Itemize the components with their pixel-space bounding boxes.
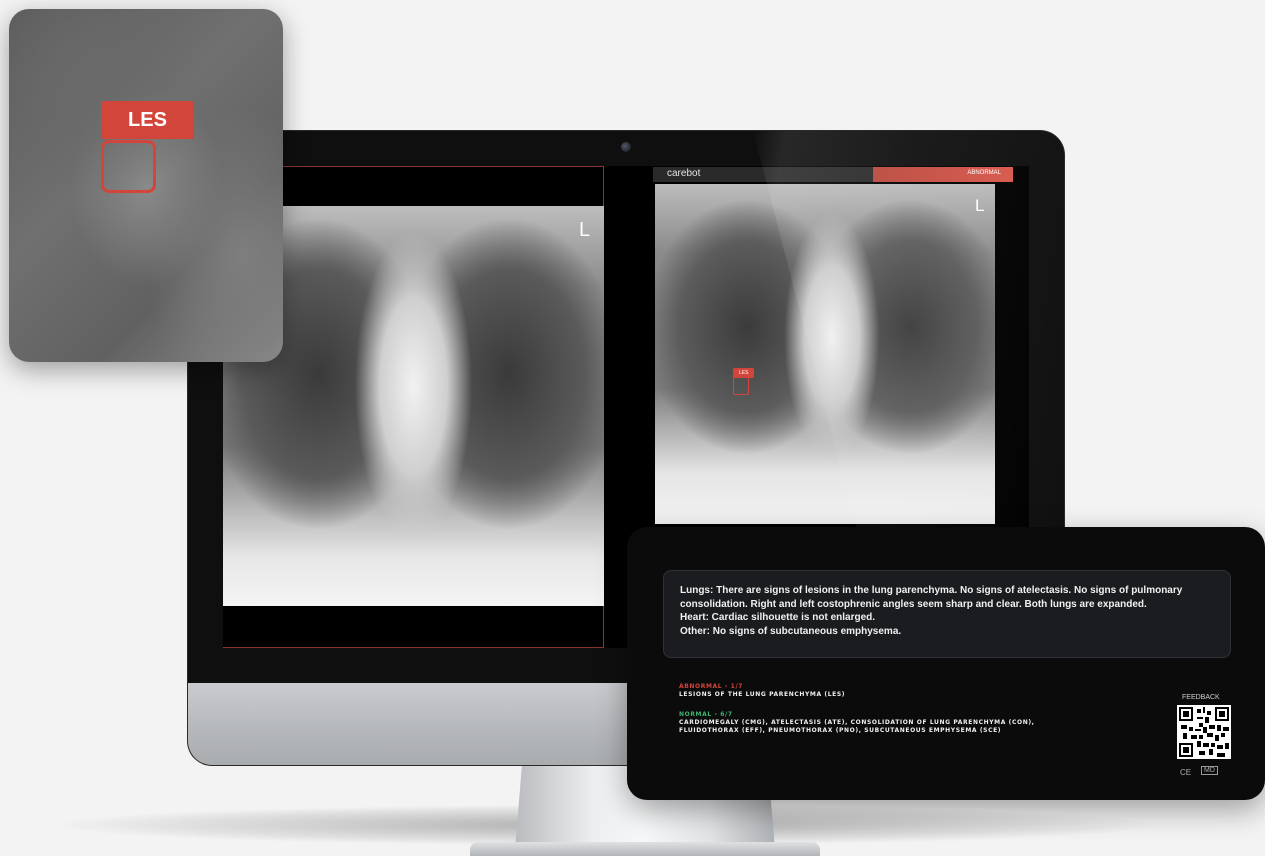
findings-other: Other: No signs of subcutaneous emphysem… bbox=[680, 625, 902, 637]
normal-list-line1: CARDIOMEGALY (CMG), ATELECTASIS (ATE), C… bbox=[679, 719, 1035, 726]
ce-mark-icon: CE bbox=[1180, 768, 1192, 777]
findings-text-box: Lungs: There are signs of lesions in the… bbox=[663, 570, 1231, 658]
zoom-finding-tag: LES bbox=[101, 101, 194, 139]
abnormal-heading: ABNORMAL - 1/7 bbox=[679, 683, 744, 690]
brand-logo: carebot bbox=[667, 168, 701, 179]
viewport-topbar: carebot ABNORMAL bbox=[653, 167, 1013, 182]
feedback-label: FEEDBACK bbox=[1182, 694, 1220, 701]
findings-lungs: Lungs: There are signs of lesions in the… bbox=[680, 585, 1183, 610]
status-label: ABNORMAL bbox=[967, 170, 1001, 176]
qr-code-icon[interactable] bbox=[1177, 705, 1231, 759]
side-marker-left: L bbox=[579, 219, 591, 241]
finding-bounding-box[interactable] bbox=[733, 377, 749, 395]
classification-summary: ABNORMAL - 1/7 LESIONS OF THE LUNG PAREN… bbox=[679, 683, 1149, 735]
zoom-finding-box bbox=[101, 140, 156, 193]
zoom-detail-card: LES bbox=[9, 9, 283, 362]
camera-icon bbox=[621, 142, 631, 152]
report-card: Lungs: There are signs of lesions in the… bbox=[627, 527, 1265, 800]
findings-heart: Heart: Cardiac silhouette is not enlarge… bbox=[680, 612, 876, 623]
status-banner: ABNORMAL bbox=[873, 167, 1013, 182]
monitor-stand-foot bbox=[470, 842, 820, 856]
side-marker-right: L bbox=[975, 196, 985, 215]
normal-list-line2: FLUIDOTHORAX (EFF), PNEUMOTHORAX (PNO), … bbox=[679, 727, 1002, 734]
abnormal-list: LESIONS OF THE LUNG PARENCHYMA (LES) bbox=[679, 691, 846, 698]
md-mark-icon: MD bbox=[1201, 766, 1218, 775]
xray-image-annotated[interactable]: LES bbox=[655, 184, 995, 524]
normal-heading: NORMAL - 6/7 bbox=[679, 711, 733, 718]
